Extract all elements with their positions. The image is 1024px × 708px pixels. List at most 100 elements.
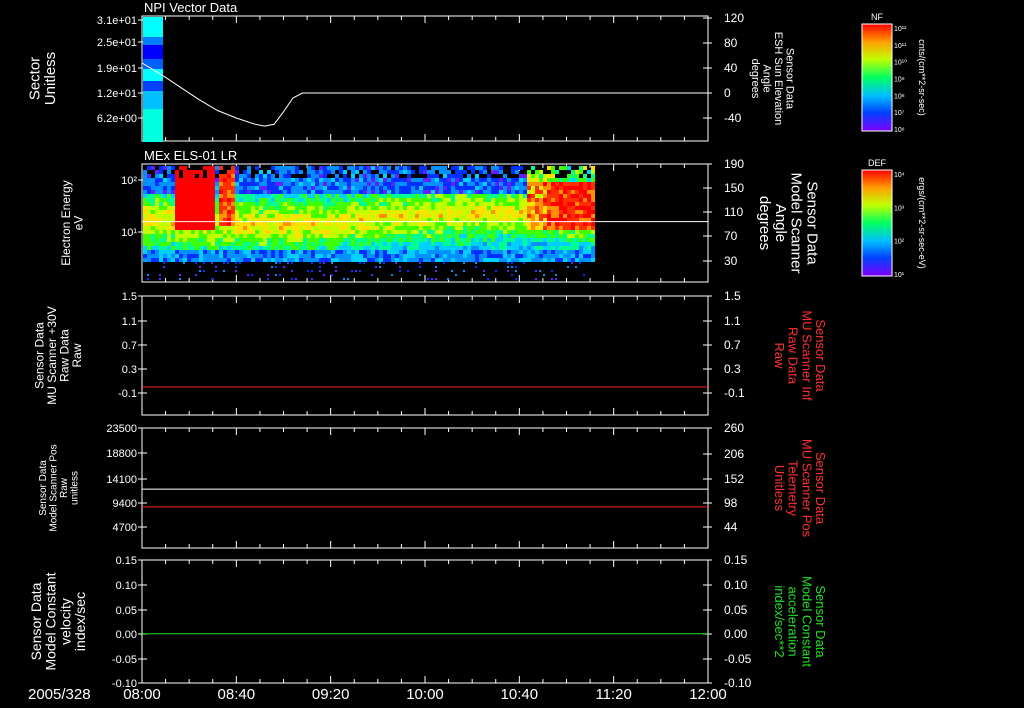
heatmap-cell xyxy=(471,226,475,230)
heatmap-cell xyxy=(375,266,377,268)
heatmap-cell xyxy=(203,222,207,226)
heatmap-cell xyxy=(515,170,519,174)
heatmap-cell xyxy=(551,246,555,250)
heatmap-cell xyxy=(327,230,331,234)
heatmap-cell xyxy=(179,230,183,234)
heatmap-cell xyxy=(487,250,491,254)
heatmap-cell xyxy=(147,178,151,182)
heatmap-cell xyxy=(507,226,511,230)
y-tick-label-right: -0.05 xyxy=(724,652,752,666)
heatmap-cell xyxy=(463,170,467,174)
y-tick-label-right: 30 xyxy=(724,254,738,268)
heatmap-cell xyxy=(171,258,175,262)
heatmap-cell xyxy=(243,226,247,230)
heatmap-cell xyxy=(579,238,583,242)
heatmap-cell xyxy=(211,206,215,210)
heatmap-cell xyxy=(555,194,559,198)
heatmap-cell xyxy=(447,230,451,234)
heatmap-cell xyxy=(547,182,551,186)
heatmap-cell xyxy=(155,174,159,178)
heatmap-cell xyxy=(507,270,509,272)
heatmap-cell xyxy=(383,238,387,242)
heatmap-cell xyxy=(419,230,423,234)
heatmap-cell xyxy=(155,170,159,174)
heatmap-cell xyxy=(347,210,351,214)
heatmap-cell xyxy=(311,230,315,234)
heatmap-cell xyxy=(563,238,567,242)
heatmap-cell xyxy=(475,246,479,250)
heatmap-cell xyxy=(195,274,197,276)
heatmap-cell xyxy=(231,238,235,242)
heatmap-cell xyxy=(151,250,155,254)
heatmap-cell xyxy=(255,258,259,262)
heatmap-cell xyxy=(143,242,147,246)
heatmap-cell xyxy=(491,178,495,182)
heatmap-cell xyxy=(511,214,515,218)
heatmap-cell xyxy=(487,198,491,202)
heatmap-cell xyxy=(499,190,503,194)
heatmap-cell xyxy=(143,246,147,250)
heatmap-cell xyxy=(239,178,243,182)
heatmap-cell xyxy=(359,182,363,186)
heatmap-cell xyxy=(287,230,291,234)
heatmap-cell xyxy=(343,198,347,202)
y-tick-label-left: 0.05 xyxy=(116,605,137,617)
heatmap-cell xyxy=(539,250,543,254)
heatmap-cell xyxy=(379,250,383,254)
heatmap-cell xyxy=(183,214,187,218)
heatmap-cell xyxy=(415,234,419,238)
heatmap-cell xyxy=(187,202,191,206)
heatmap-cell xyxy=(523,222,527,226)
heatmap-cell xyxy=(215,238,219,242)
heatmap-cell xyxy=(455,206,459,210)
heatmap-cell xyxy=(259,254,263,258)
heatmap-cell xyxy=(291,278,293,280)
heatmap-cell xyxy=(495,186,499,190)
heatmap-cell xyxy=(531,178,535,182)
heatmap-cell xyxy=(419,222,423,226)
heatmap-cell xyxy=(543,234,547,238)
heatmap-cell xyxy=(295,222,299,226)
y-tick-label-left: 0.7 xyxy=(122,340,137,352)
heatmap-cell xyxy=(399,198,403,202)
heatmap-cell xyxy=(159,274,161,276)
heatmap-cell xyxy=(275,198,279,202)
heatmap-cell xyxy=(511,274,513,276)
heatmap-cell xyxy=(391,206,395,210)
heatmap-cell xyxy=(311,186,315,190)
heatmap-cell xyxy=(187,242,191,246)
heatmap-cell xyxy=(475,198,479,202)
heatmap-cell xyxy=(451,178,455,182)
heatmap-cell xyxy=(295,230,299,234)
heatmap-cell xyxy=(535,186,539,190)
heatmap-cell xyxy=(175,170,179,174)
heatmap-cell xyxy=(363,262,365,264)
heatmap-cell xyxy=(243,174,247,178)
heatmap-cell xyxy=(451,214,455,218)
heatmap-cell xyxy=(195,242,199,246)
heatmap-cell xyxy=(247,242,251,246)
heatmap-cell xyxy=(587,226,591,230)
heatmap-cell xyxy=(191,222,195,226)
heatmap-cell xyxy=(363,234,367,238)
heatmap-cell xyxy=(155,214,159,218)
heatmap-cell xyxy=(547,242,551,246)
heatmap-cell xyxy=(411,258,415,262)
heatmap-cell xyxy=(555,222,559,226)
heatmap-cell xyxy=(539,238,543,242)
heatmap-cell xyxy=(363,226,367,230)
heatmap-cell xyxy=(575,226,579,230)
heatmap-cell xyxy=(279,246,283,250)
heatmap-cell xyxy=(475,174,479,178)
heatmap-cell xyxy=(291,190,295,194)
heatmap-cell xyxy=(267,210,271,214)
heatmap-cell xyxy=(195,210,199,214)
heatmap-cell xyxy=(211,202,215,206)
heatmap-cell xyxy=(415,230,419,234)
heatmap-cell xyxy=(539,242,543,246)
heatmap-cell xyxy=(143,210,147,214)
heatmap-cell xyxy=(231,182,235,186)
heatmap-cell xyxy=(555,214,559,218)
heatmap-cell xyxy=(459,230,463,234)
heatmap-cell xyxy=(379,242,383,246)
